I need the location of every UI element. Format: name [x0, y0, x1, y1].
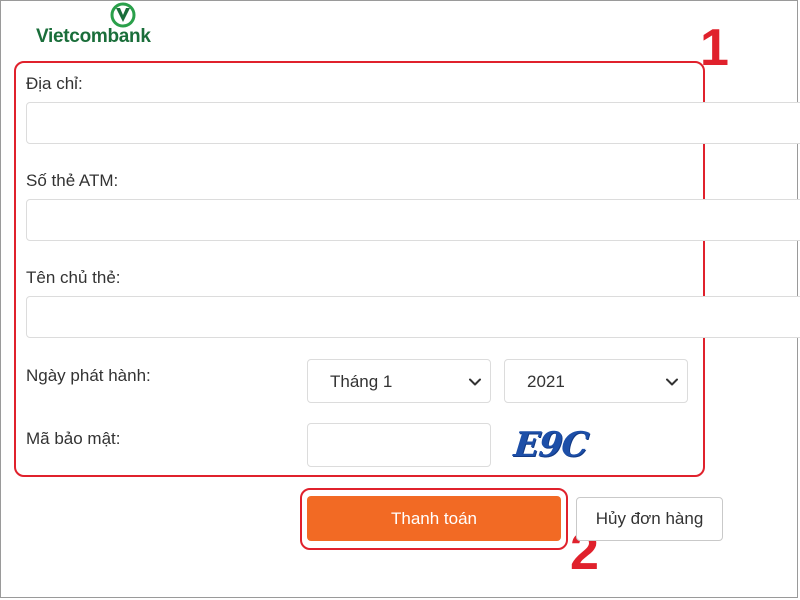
card-holder-input[interactable] — [26, 296, 800, 338]
cancel-order-button[interactable]: Hủy đơn hàng — [576, 497, 723, 541]
pay-button[interactable]: Thanh toán — [307, 496, 561, 541]
captcha-image: E9C — [511, 425, 590, 465]
security-code-label: Mã bảo mật: — [26, 429, 121, 448]
issue-month-select[interactable]: Tháng 1 — [307, 359, 491, 403]
address-input[interactable] — [26, 102, 800, 144]
issue-date-label: Ngày phát hành: — [26, 366, 151, 385]
card-number-label: Số thẻ ATM: — [26, 171, 119, 190]
annotation-number-1: 1 — [700, 19, 729, 77]
chevron-down-icon — [469, 378, 481, 386]
chevron-down-icon — [666, 378, 678, 386]
security-code-input[interactable] — [307, 423, 491, 467]
issue-year-value: 2021 — [527, 372, 565, 391]
vietcombank-logo: Vietcombank — [36, 2, 151, 47]
address-label: Địa chỉ: — [26, 74, 83, 93]
card-number-input[interactable] — [26, 199, 800, 241]
brand-name: Vietcombank — [36, 26, 151, 47]
issue-year-select[interactable]: 2021 — [504, 359, 688, 403]
card-holder-label: Tên chủ thẻ: — [26, 268, 121, 287]
vietcombank-logo-icon — [110, 2, 136, 28]
issue-month-value: Tháng 1 — [330, 372, 393, 391]
